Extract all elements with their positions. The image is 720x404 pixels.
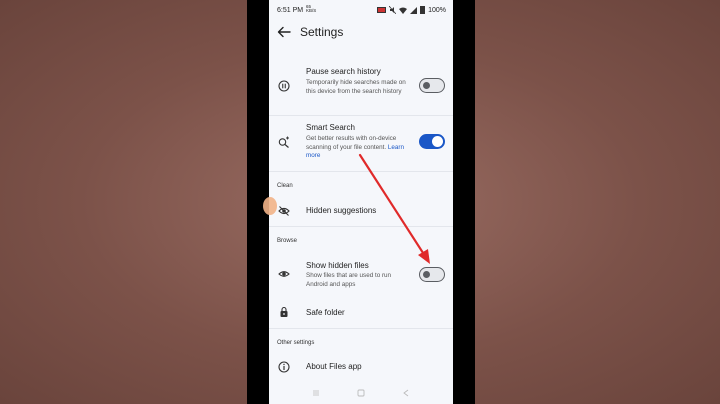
safe-folder-title: Safe folder: [306, 308, 345, 317]
app-bar: Settings: [269, 20, 453, 44]
divider: [269, 115, 453, 116]
battery-icon: [420, 6, 426, 14]
sparkle-search-icon: [278, 136, 289, 148]
show-hidden-files-title: Show hidden files: [306, 261, 369, 270]
phone-screen: 6:51 PM 65 KB/S 100% Settings Pause searc…: [269, 0, 453, 404]
section-other-settings-header: Other settings: [277, 340, 315, 346]
pause-search-history-title: Pause search history: [306, 67, 381, 76]
about-files-app-title: About Files app: [306, 362, 362, 371]
show-hidden-files-toggle[interactable]: [419, 267, 445, 282]
smart-search-subtitle: Get better results with on-device scanni…: [306, 135, 405, 159]
show-hidden-files-row[interactable]: Show hidden files Show files that are us…: [269, 254, 453, 296]
toggle-knob: [423, 271, 430, 278]
safe-folder-row[interactable]: Safe folder: [269, 300, 453, 326]
right-black-bar: [453, 0, 475, 404]
recent-apps-icon[interactable]: [311, 388, 321, 398]
status-icons: 100%: [377, 6, 446, 14]
page-title: Settings: [300, 25, 344, 39]
touch-indicator: [263, 197, 277, 215]
pause-search-history-subtitle: Temporarily hide searches made on this d…: [306, 79, 406, 95]
pause-search-history-toggle[interactable]: [419, 78, 445, 93]
info-icon: [278, 361, 290, 373]
divider: [269, 226, 453, 227]
notification-icon: [377, 7, 387, 13]
status-bar: 6:51 PM 65 KB/S 100%: [269, 0, 453, 20]
hidden-suggestions-title: Hidden suggestions: [306, 206, 377, 215]
smart-search-title: Smart Search: [306, 123, 355, 132]
pause-search-history-row[interactable]: Pause search history Temporarily hide se…: [269, 60, 453, 112]
toggle-knob: [423, 82, 430, 89]
smart-search-toggle[interactable]: [419, 134, 445, 149]
pause-circle-icon: [278, 80, 290, 92]
section-browse-header: Browse: [277, 238, 298, 244]
eye-icon: [278, 271, 290, 277]
network-speed: 65 KB/S: [306, 4, 317, 13]
divider: [269, 328, 453, 329]
home-icon[interactable]: [356, 388, 366, 398]
system-nav-bar: [269, 382, 453, 404]
smart-search-row[interactable]: Smart Search Get better results with on-…: [269, 117, 453, 169]
show-hidden-files-subtitle: Show files that are used to run Android …: [306, 272, 392, 288]
arrow-back-icon[interactable]: [277, 26, 291, 38]
hidden-suggestions-row[interactable]: Hidden suggestions: [269, 196, 453, 224]
section-clean-header: Clean: [277, 183, 293, 189]
status-time: 6:51 PM: [277, 7, 304, 14]
divider: [269, 171, 453, 172]
wifi-icon: [399, 7, 408, 14]
signal-icon: [410, 6, 418, 14]
mute-icon: [389, 6, 397, 14]
lock-icon: [280, 306, 288, 317]
battery-level: 100%: [428, 6, 446, 14]
about-files-app-row[interactable]: About Files app: [269, 354, 453, 380]
toggle-knob: [432, 136, 443, 147]
back-nav-icon[interactable]: [401, 388, 411, 398]
eye-off-icon: [278, 206, 290, 216]
